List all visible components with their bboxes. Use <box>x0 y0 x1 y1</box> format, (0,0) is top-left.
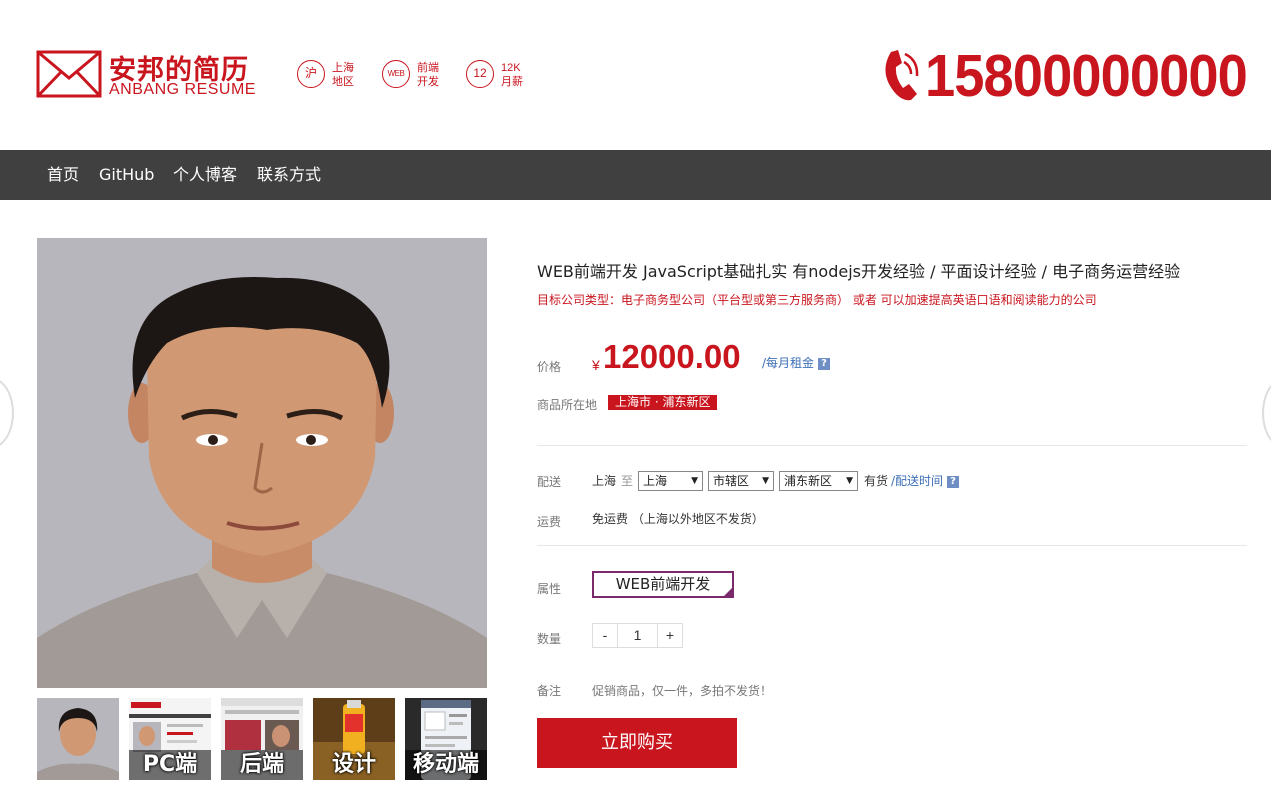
divider <box>537 445 1247 446</box>
freight-value: 免运费 （上海以外地区不发货） <box>592 512 764 526</box>
caret-down-icon: ▼ <box>691 476 698 486</box>
nav-item-github[interactable]: GitHub <box>99 150 154 200</box>
phone-number: 15800000000 <box>925 43 1248 109</box>
badge-line: 开发 <box>417 76 439 88</box>
price-label: 价格 <box>537 360 562 374</box>
badge-line: 前端 <box>417 62 439 74</box>
badge-line: 12K <box>501 62 521 74</box>
currency-symbol: ¥ <box>592 357 600 373</box>
phone-contact: 15800000000 <box>881 42 1248 109</box>
nav-item-contact[interactable]: 联系方式 <box>257 150 321 200</box>
attribute-value: WEB前端开发 <box>615 575 711 593</box>
thumb-label: 设计 <box>331 752 376 777</box>
thumbnail-strip: PC端 后端 设计 移动端 <box>37 698 487 780</box>
web-icon: WEB <box>382 60 410 88</box>
note-label: 备注 <box>537 684 562 698</box>
main-photo <box>37 238 487 688</box>
note-text: 促销商品，仅一件，多拍不发货！ <box>592 684 773 698</box>
help-icon[interactable]: ? <box>947 475 960 488</box>
select-value: 浦东新区 <box>784 474 833 488</box>
district-select[interactable]: 浦东新区 ▼ <box>779 471 858 491</box>
ship-from: 上海 <box>592 474 617 488</box>
price-unit-text[interactable]: /每月租金 <box>762 356 814 370</box>
product-subtitle: 目标公司类型：电子商务型公司（平台型或第三方服务商） 或者 可以加速提高英语口语… <box>537 293 1097 307</box>
logo-subtitle: ANBANG RESUME <box>109 81 256 98</box>
select-value: 市辖区 <box>713 474 750 488</box>
quantity-label: 数量 <box>537 632 562 646</box>
caret-down-icon: ▼ <box>846 476 853 486</box>
envelope-icon <box>36 50 102 98</box>
nav-item-blog[interactable]: 个人博客 <box>173 150 237 200</box>
qty-plus-button[interactable]: + <box>657 623 683 648</box>
attribute-label: 属性 <box>537 582 562 596</box>
logo[interactable]: 安邦的简历 ANBANG RESUME <box>36 48 261 100</box>
thumbnail-design[interactable]: 设计 <box>313 698 395 780</box>
portrait-image <box>37 238 487 688</box>
salary-icon: 12 <box>466 60 494 88</box>
qty-minus-button[interactable]: - <box>592 623 618 648</box>
delivery-label: 配送 <box>537 475 562 489</box>
attribute-option[interactable]: WEB前端开发 <box>592 571 734 598</box>
prev-arrow[interactable] <box>0 378 14 448</box>
next-arrow[interactable] <box>1262 378 1271 448</box>
location-tag: 上海市 · 浦东新区 <box>608 395 718 410</box>
selected-check-icon <box>724 588 732 596</box>
main-nav: 首页 GitHub 个人博客 联系方式 <box>0 150 1271 200</box>
thumb-label: 移动端 <box>405 750 487 780</box>
freight-label: 运费 <box>537 515 562 529</box>
thumbnail-portrait[interactable] <box>37 698 119 780</box>
buy-now-button[interactable]: 立即购买 <box>537 718 737 768</box>
caret-down-icon: ▼ <box>762 476 769 486</box>
region-icon: 沪 <box>297 60 325 88</box>
thumbnail-backend[interactable]: 后端 <box>221 698 303 780</box>
location-label: 商品所在地 <box>537 398 598 412</box>
help-icon[interactable]: ? <box>818 357 831 370</box>
badge-line: 月薪 <box>501 76 523 88</box>
thumbnail-mobile[interactable]: 移动端 <box>405 698 487 780</box>
price-unit: /每月租金? <box>762 354 831 371</box>
badge-line: 地区 <box>332 76 354 88</box>
city-select[interactable]: 市辖区 ▼ <box>708 471 774 491</box>
delivery-time-link[interactable]: /配送时间 <box>891 474 943 488</box>
header: 安邦的简历 ANBANG RESUME 沪 上海地区 WEB 前端开发 12 1… <box>0 0 1271 150</box>
qty-input[interactable]: 1 <box>617 623 658 648</box>
select-value: 上海 <box>643 474 668 488</box>
delivery-time: /配送时间? <box>891 472 960 489</box>
province-select[interactable]: 上海 ▼ <box>638 471 703 491</box>
badge-line: 上海 <box>332 62 354 74</box>
ship-to-text: 至 <box>621 474 634 488</box>
product-info: WEB前端开发 JavaScript基础扎实 有nodejs开发经验 / 平面设… <box>537 238 1247 783</box>
portrait-thumb-image <box>37 698 119 780</box>
thumb-label: PC端 <box>129 750 211 780</box>
stock-status: 有货 <box>864 474 889 488</box>
price-value: 12000.00 <box>603 338 741 375</box>
product-title: WEB前端开发 JavaScript基础扎实 有nodejs开发经验 / 平面设… <box>537 262 1181 281</box>
phone-icon <box>885 50 919 101</box>
divider <box>537 545 1247 546</box>
nav-item-home[interactable]: 首页 <box>47 150 79 200</box>
thumb-label: 后端 <box>221 750 303 780</box>
thumbnail-pc[interactable]: PC端 <box>129 698 211 780</box>
